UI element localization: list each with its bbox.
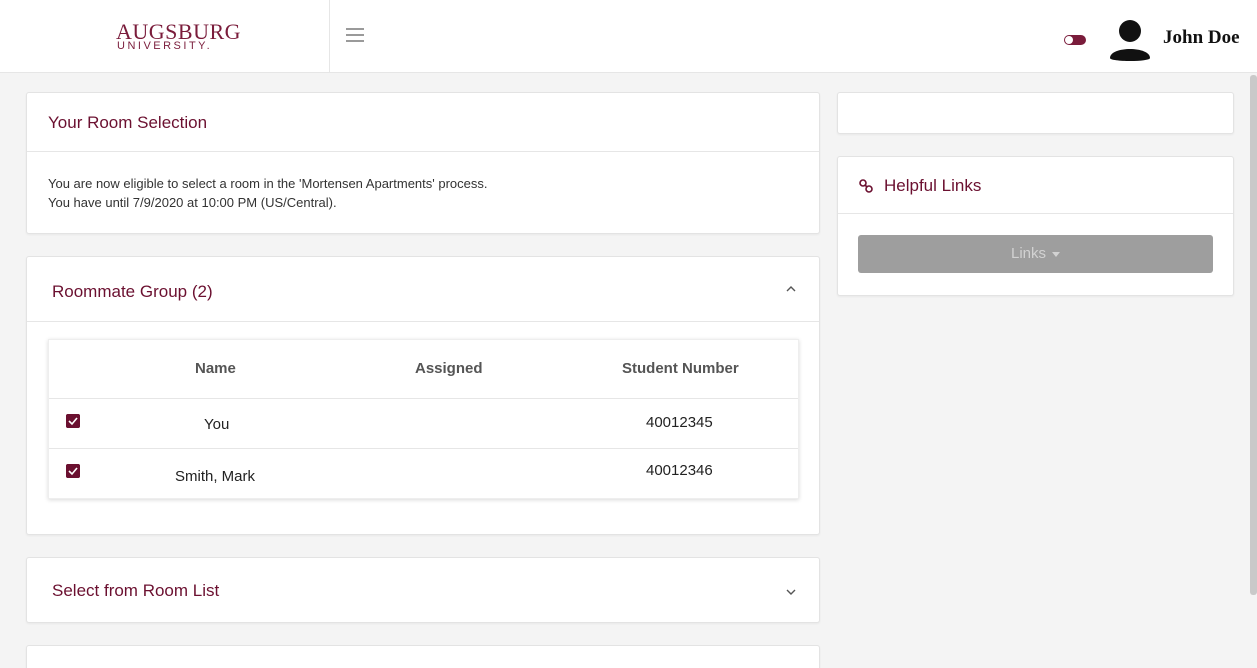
row-name: You [204, 416, 230, 433]
room-selection-card: Your Room Selection You are now eligible… [26, 92, 820, 234]
empty-side-card [837, 92, 1234, 134]
helpful-links-title: Helpful Links [884, 176, 982, 195]
roommate-group-title[interactable]: Roommate Group (2) [52, 282, 213, 302]
column-header-name[interactable]: Name [195, 360, 236, 377]
logo-subtitle: UNIVERSITY. [117, 40, 213, 52]
deadline-line: You have until 7/9/2020 at 10:00 PM (US/… [48, 195, 337, 210]
row-divider [49, 398, 798, 399]
user-avatar-icon[interactable] [1108, 18, 1152, 62]
eligibility-notice: You are now eligible to select a room in… [48, 174, 488, 212]
row-student-number: 40012345 [646, 414, 713, 431]
room-selection-title: Your Room Selection [48, 113, 208, 132]
roommate-group-card: Roommate Group (2) Name Assigned Student… [26, 256, 820, 535]
user-name[interactable]: John Doe [1163, 27, 1240, 49]
university-logo[interactable]: AUGSBURG UNIVERSITY. [0, 0, 330, 73]
card-divider [838, 213, 1233, 214]
roommate-table: Name Assigned Student Number You 4001234… [48, 339, 799, 499]
row-student-number: 40012346 [646, 462, 713, 479]
chevron-up-icon[interactable] [784, 284, 798, 294]
column-header-assigned[interactable]: Assigned [415, 360, 483, 377]
top-bar: AUGSBURG UNIVERSITY. John Doe [0, 0, 1257, 73]
links-button-label: Links [1010, 245, 1047, 262]
room-list-title[interactable]: Select from Room List [52, 581, 219, 601]
room-list-card[interactable]: Select from Room List [26, 557, 820, 623]
toggle-icon[interactable] [1064, 35, 1086, 45]
column-header-student-number[interactable]: Student Number [622, 360, 739, 377]
chevron-down-icon[interactable] [784, 587, 798, 597]
link-icon [859, 179, 873, 193]
row-divider [49, 448, 798, 449]
links-dropdown-button[interactable]: Links [858, 235, 1213, 273]
caret-down-icon [1052, 251, 1061, 257]
card-divider [27, 321, 819, 322]
card-divider [27, 151, 819, 152]
menu-icon[interactable] [346, 27, 366, 43]
eligibility-line: You are now eligible to select a room in… [48, 176, 488, 191]
page-scrollbar[interactable] [1250, 75, 1257, 595]
helpful-links-card: Helpful Links Links [837, 156, 1234, 296]
checkbox-checked-icon[interactable] [66, 414, 80, 428]
row-name: Smith, Mark [175, 468, 256, 485]
next-card [26, 645, 820, 668]
checkbox-checked-icon[interactable] [66, 464, 80, 478]
